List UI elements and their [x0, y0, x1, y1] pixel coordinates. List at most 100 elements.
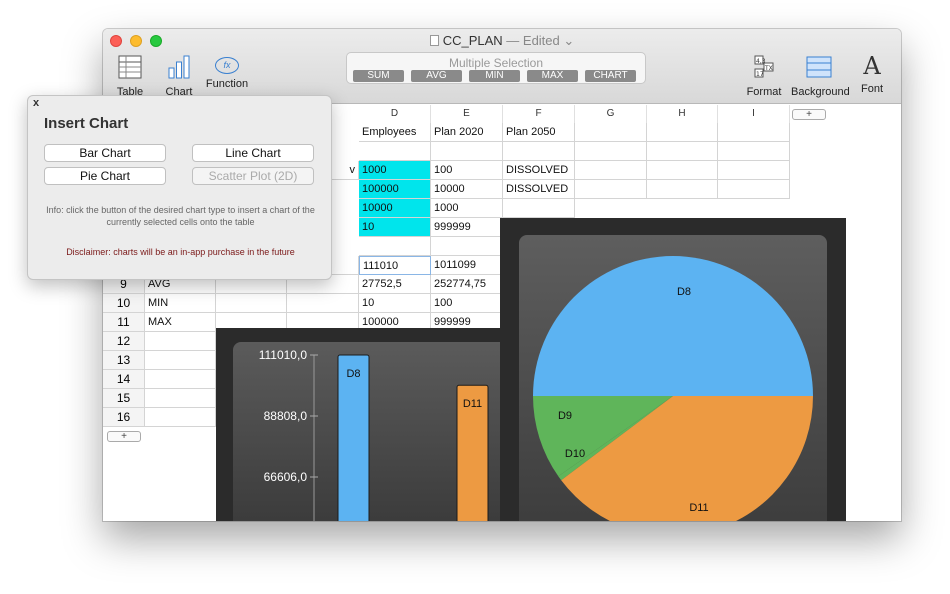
- cell-b10[interactable]: MIN: [145, 294, 216, 313]
- column-header-i[interactable]: I: [718, 105, 790, 123]
- insert-chart-popover: x Insert Chart Bar Chart Line Chart Pie …: [27, 95, 332, 280]
- cell-f6[interactable]: DISSOLVED: [503, 180, 575, 199]
- cell-d6[interactable]: 100000: [359, 180, 431, 199]
- multiple-selection-panel: Multiple Selection SUM AVG MIN MAX CHART: [346, 52, 646, 84]
- cell-i3[interactable]: [718, 123, 790, 142]
- document-icon: [429, 35, 439, 46]
- bar-label: D8: [346, 368, 360, 380]
- cell-e3[interactable]: Plan 2020: [431, 123, 503, 142]
- column-header-d[interactable]: D: [359, 105, 431, 123]
- cell-e5[interactable]: 100: [431, 161, 503, 180]
- cell-e-blank[interactable]: [431, 237, 503, 256]
- table-button[interactable]: Table: [115, 55, 145, 98]
- pie-chart-button[interactable]: Pie Chart: [44, 167, 166, 185]
- cell-d5[interactable]: 1000: [359, 161, 431, 180]
- cell-e7[interactable]: 1000: [431, 199, 503, 218]
- row-header-16[interactable]: 16: [103, 408, 145, 427]
- svg-text:TX: TX: [764, 65, 773, 72]
- y-tick-label: 88808,0: [264, 409, 308, 423]
- cell-b14[interactable]: [145, 370, 216, 389]
- column-header-f[interactable]: F: [503, 105, 575, 123]
- cell-h3[interactable]: [647, 123, 718, 142]
- cell-d7[interactable]: 10000: [359, 199, 431, 218]
- sum-button[interactable]: SUM: [353, 70, 404, 82]
- cell-g3[interactable]: [575, 123, 647, 142]
- column-header-e[interactable]: E: [431, 105, 503, 123]
- cell-f5[interactable]: DISSOLVED: [503, 161, 575, 180]
- cell-i4[interactable]: [718, 142, 790, 161]
- cell-g4[interactable]: [575, 142, 647, 161]
- cell-d4[interactable]: [359, 142, 431, 161]
- row-header-10[interactable]: 10: [103, 294, 145, 313]
- selection-label: Multiple Selection: [448, 56, 544, 70]
- cell-b13[interactable]: [145, 351, 216, 370]
- table-icon: [118, 55, 142, 79]
- cell-i6[interactable]: [718, 180, 790, 199]
- function-button[interactable]: fx Function: [205, 57, 249, 90]
- chevron-down-icon[interactable]: ⌄: [563, 33, 574, 48]
- popover-info-text: Info: click the button of the desired ch…: [46, 205, 315, 227]
- min-button[interactable]: MIN: [469, 70, 520, 82]
- document-name: CC_PLAN: [442, 33, 503, 48]
- cell-c10[interactable]: [216, 294, 287, 313]
- cell-h5[interactable]: [647, 161, 718, 180]
- cell-e10[interactable]: 100: [431, 294, 503, 313]
- format-label: Format: [746, 86, 782, 98]
- cell-d-blank[interactable]: [359, 237, 431, 256]
- cell-b15[interactable]: [145, 389, 216, 408]
- cell-e-sum[interactable]: 1011099: [431, 256, 503, 275]
- bar-chart-panel[interactable]: 111010,0 88808,0 66606,0 D8 D11: [216, 328, 516, 521]
- toolbar: CC_PLAN — Edited ⌄ Table Chart fx Functi…: [103, 29, 901, 104]
- row-header-12[interactable]: 12: [103, 332, 145, 351]
- column-header-h[interactable]: H: [647, 105, 718, 123]
- bar-chart-icon: [168, 55, 190, 79]
- cell-g6[interactable]: [575, 180, 647, 199]
- cell-d10[interactable]: 10: [359, 294, 431, 313]
- cell-h4[interactable]: [647, 142, 718, 161]
- bar-label: D11: [463, 398, 482, 410]
- cell-e4[interactable]: [431, 142, 503, 161]
- cell-e8[interactable]: 999999: [431, 218, 503, 237]
- pie-label-d11: D11: [689, 502, 708, 514]
- pie-chart-panel[interactable]: D8 D9 D10 D11: [500, 218, 846, 521]
- cell-d8[interactable]: 10: [359, 218, 431, 237]
- edited-status: — Edited: [506, 33, 560, 48]
- row-header-14[interactable]: 14: [103, 370, 145, 389]
- line-chart-button[interactable]: Line Chart: [192, 144, 314, 162]
- cell-h6[interactable]: [647, 180, 718, 199]
- row-header-15[interactable]: 15: [103, 389, 145, 408]
- cell-c10b[interactable]: [287, 294, 359, 313]
- chart-button[interactable]: Chart: [163, 55, 195, 98]
- bar-chart-button[interactable]: Bar Chart: [44, 144, 166, 162]
- font-button[interactable]: A Font: [859, 53, 885, 96]
- avg-button[interactable]: AVG: [411, 70, 462, 82]
- add-column-button[interactable]: +: [792, 109, 826, 120]
- cell-i5[interactable]: [718, 161, 790, 180]
- cell-e9[interactable]: 252774,75: [431, 275, 503, 294]
- background-button[interactable]: Background: [791, 55, 850, 98]
- cell-e6[interactable]: 10000: [431, 180, 503, 199]
- cell-f7[interactable]: [503, 199, 575, 218]
- scatter-plot-button[interactable]: Scatter Plot (2D): [192, 167, 314, 185]
- cell-b12[interactable]: [145, 332, 216, 351]
- cell-b16[interactable]: [145, 408, 216, 427]
- row-header-13[interactable]: 13: [103, 351, 145, 370]
- column-header-g[interactable]: G: [575, 105, 647, 123]
- max-button[interactable]: MAX: [527, 70, 578, 82]
- add-row-button[interactable]: +: [107, 431, 141, 442]
- function-icon: fx: [215, 57, 239, 74]
- row-header-11[interactable]: 11: [103, 313, 145, 332]
- svg-text:4,3: 4,3: [756, 58, 766, 65]
- pie-label-d8: D8: [677, 286, 691, 298]
- cell-d3[interactable]: Employees: [359, 123, 431, 142]
- cell-d-sum[interactable]: 111010: [359, 256, 431, 275]
- cell-f3[interactable]: Plan 2050: [503, 123, 575, 142]
- cell-d9[interactable]: 27752,5: [359, 275, 431, 294]
- chart-summary-button[interactable]: CHART: [585, 70, 636, 82]
- format-button[interactable]: 4,3 TX 17 Format: [744, 55, 784, 98]
- cell-b11[interactable]: MAX: [145, 313, 216, 332]
- bar-chart: 111010,0 88808,0 66606,0 D8 D11: [259, 348, 489, 521]
- close-popover-button[interactable]: x: [33, 97, 39, 109]
- cell-g5[interactable]: [575, 161, 647, 180]
- cell-f4[interactable]: [503, 142, 575, 161]
